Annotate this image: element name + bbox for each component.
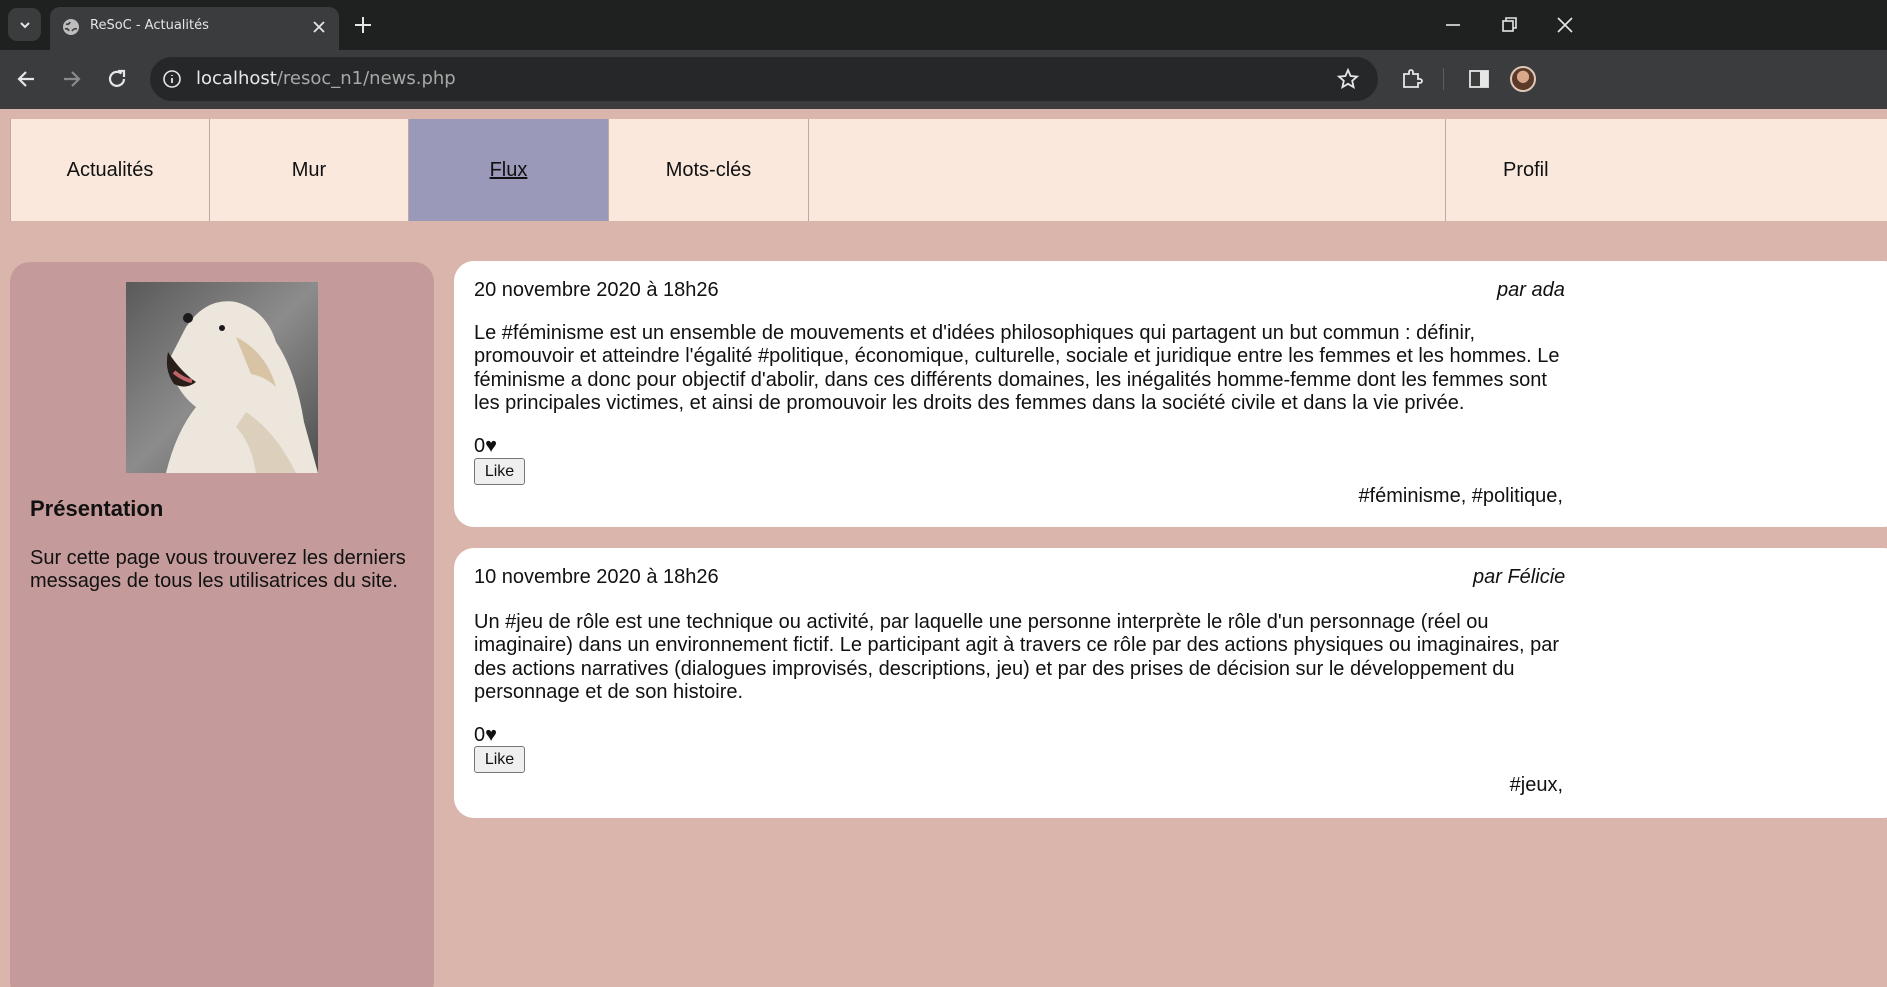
close-window-icon[interactable] bbox=[1554, 14, 1576, 36]
globe-icon bbox=[63, 19, 79, 35]
menu-item-mur[interactable]: Mur bbox=[210, 119, 409, 221]
extensions-icon[interactable] bbox=[1399, 66, 1425, 92]
menu-item-flux[interactable]: Flux bbox=[409, 119, 609, 221]
minimize-icon[interactable] bbox=[1442, 14, 1464, 36]
post-author[interactable]: par Félicie bbox=[1473, 566, 1565, 589]
post-tags[interactable]: #féminisme, #politique, bbox=[1358, 485, 1563, 508]
profile-photo bbox=[126, 282, 318, 473]
reload-icon[interactable] bbox=[104, 66, 130, 92]
like-count: 0♥ bbox=[474, 724, 497, 746]
profile-avatar[interactable] bbox=[1510, 66, 1536, 92]
toolbar-separator bbox=[1443, 68, 1444, 90]
post-body: Un #jeu de rôle est une technique ou act… bbox=[474, 611, 1560, 703]
browser-tab[interactable]: ReSoC - Actualités bbox=[50, 7, 339, 50]
tab-strip: ReSoC - Actualités bbox=[0, 0, 1887, 50]
menu-item-profil[interactable]: Profil bbox=[1445, 119, 1887, 221]
url-host: localhost bbox=[196, 68, 277, 89]
forward-arrow-icon[interactable] bbox=[58, 66, 84, 92]
post-tags[interactable]: #jeux, bbox=[1510, 774, 1563, 797]
dog-photo-illustration bbox=[126, 282, 318, 473]
like-button[interactable]: Like bbox=[474, 458, 525, 485]
main-menu: Actualités Mur Flux Mots-clés Profil bbox=[10, 119, 1887, 221]
address-bar[interactable]: localhost/resoc_n1/news.php bbox=[150, 57, 1378, 101]
post-card: 20 novembre 2020 à 18h26 par ada Le #fém… bbox=[454, 261, 1887, 527]
presentation-title: Présentation bbox=[30, 496, 164, 521]
restore-icon[interactable] bbox=[1498, 14, 1520, 36]
sidebar: Présentation Sur cette page vous trouver… bbox=[10, 262, 434, 987]
side-panel-icon[interactable] bbox=[1466, 66, 1492, 92]
browser-toolbar: localhost/resoc_n1/news.php bbox=[0, 50, 1887, 109]
tab-title: ReSoC - Actualités bbox=[90, 18, 209, 33]
url-text: localhost/resoc_n1/news.php bbox=[196, 68, 456, 89]
like-count: 0♥ bbox=[474, 435, 497, 457]
presentation-text: Sur cette page vous trouverez les dernie… bbox=[30, 547, 406, 592]
info-icon[interactable] bbox=[162, 69, 182, 89]
close-icon[interactable] bbox=[309, 17, 329, 37]
menu-profil-label: Profil bbox=[1503, 159, 1549, 181]
new-tab-icon[interactable] bbox=[352, 14, 374, 36]
page: Actualités Mur Flux Mots-clés Profil Pré… bbox=[0, 109, 1887, 987]
star-icon[interactable] bbox=[1336, 67, 1360, 91]
post-author[interactable]: par ada bbox=[1497, 279, 1565, 302]
back-arrow-icon[interactable] bbox=[14, 66, 40, 92]
like-button[interactable]: Like bbox=[474, 746, 525, 773]
menu-item-actualites[interactable]: Actualités bbox=[10, 119, 210, 221]
chevron-down-icon bbox=[19, 21, 30, 28]
post-date: 10 novembre 2020 à 18h26 bbox=[474, 566, 719, 588]
post-date: 20 novembre 2020 à 18h26 bbox=[474, 279, 719, 301]
post-card: 10 novembre 2020 à 18h26 par Félicie Un … bbox=[454, 548, 1887, 818]
browser-chrome: ReSoC - Actualités localhost/resoc_n1/ne… bbox=[0, 0, 1887, 109]
post-body: Le #féminisme est un ensemble de mouveme… bbox=[474, 322, 1560, 414]
tab-search-button[interactable] bbox=[8, 8, 41, 41]
menu-item-mots-cles[interactable]: Mots-clés bbox=[609, 119, 809, 221]
url-path: /resoc_n1/news.php bbox=[276, 68, 456, 89]
